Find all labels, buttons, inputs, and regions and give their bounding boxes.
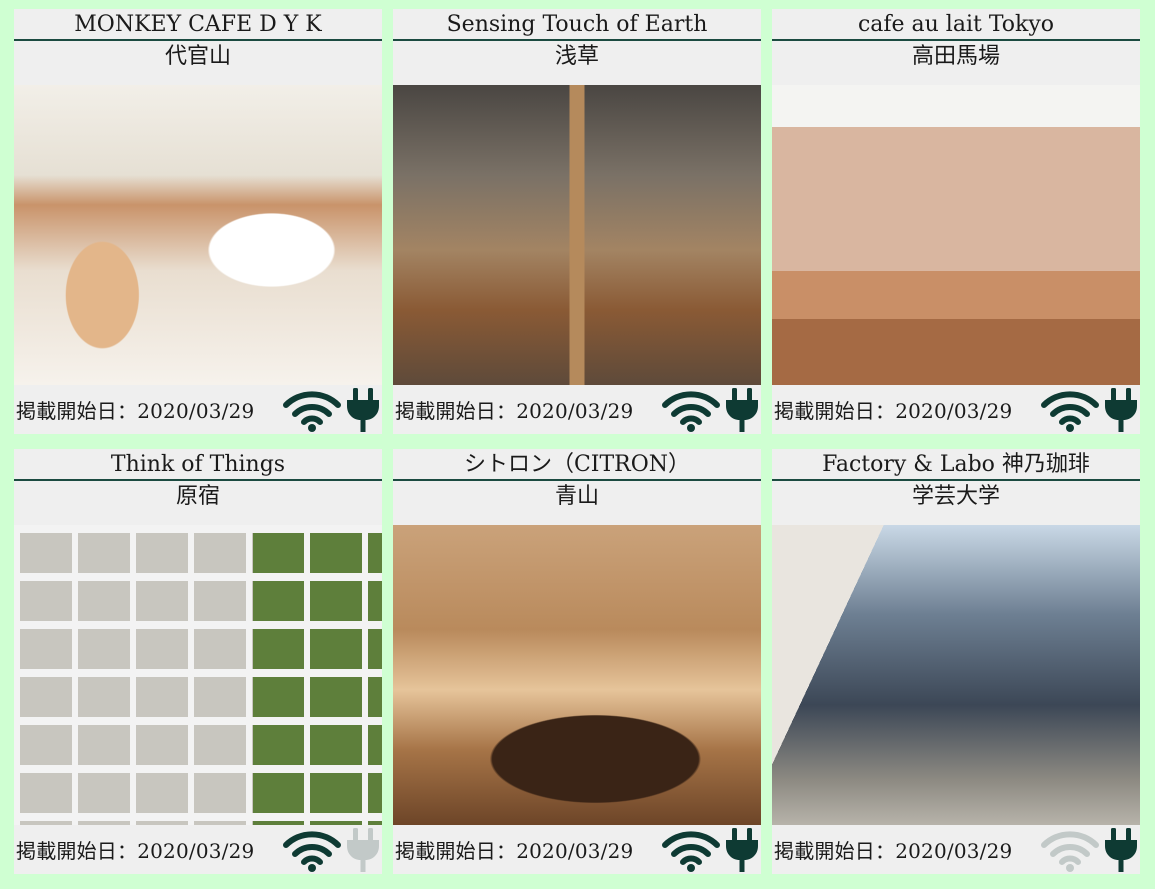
card-footer: 掲載開始日：2020/03/29 xyxy=(14,385,382,434)
cafe-area: 浅草 xyxy=(554,44,599,69)
power-plug-icon xyxy=(346,827,380,873)
power-plug-icon xyxy=(1104,387,1138,433)
cafe-name[interactable]: Factory & Labo 神乃珈琲 xyxy=(772,449,1140,481)
amenity-icons xyxy=(1040,387,1140,433)
card-footer: 掲載開始日：2020/03/29 xyxy=(772,825,1140,874)
cafe-photo[interactable] xyxy=(393,85,761,385)
cafe-card[interactable]: MONKEY CAFE D Y K 代官山 掲載開始日：2020/03/29 xyxy=(14,9,382,434)
power-plug-icon xyxy=(725,827,759,873)
cafe-area: 原宿 xyxy=(175,484,220,509)
amenity-icons xyxy=(661,827,761,873)
listing-date: 掲載開始日：2020/03/29 xyxy=(16,839,255,863)
cafe-name[interactable]: Sensing Touch of Earth xyxy=(393,9,761,41)
wifi-icon xyxy=(661,828,721,872)
amenity-icons xyxy=(1040,827,1140,873)
cafe-card[interactable]: cafe au lait Tokyo 高田馬場 掲載開始日：2020/03/29 xyxy=(772,9,1140,434)
listing-date: 掲載開始日：2020/03/29 xyxy=(774,839,1013,863)
cafe-area: 代官山 xyxy=(164,44,231,69)
card-footer: 掲載開始日：2020/03/29 xyxy=(393,825,761,874)
power-plug-icon xyxy=(1104,827,1138,873)
cafe-photo[interactable] xyxy=(393,525,761,825)
listing-date: 掲載開始日：2020/03/29 xyxy=(395,839,634,863)
cafe-name[interactable]: シトロン（CITRON） xyxy=(393,449,761,481)
cafe-area: 学芸大学 xyxy=(911,484,1000,509)
wifi-icon xyxy=(282,388,342,432)
cafe-name[interactable]: MONKEY CAFE D Y K xyxy=(14,9,382,41)
amenity-icons xyxy=(282,827,382,873)
wifi-icon xyxy=(1040,828,1100,872)
listing-date: 掲載開始日：2020/03/29 xyxy=(774,399,1013,423)
cafe-card[interactable]: Factory & Labo 神乃珈琲 学芸大学 掲載開始日：2020/03/2… xyxy=(772,449,1140,874)
amenity-icons xyxy=(282,387,382,433)
cafe-photo[interactable] xyxy=(14,85,382,385)
cafe-photo[interactable] xyxy=(14,525,382,825)
cafe-card[interactable]: シトロン（CITRON） 青山 掲載開始日：2020/03/29 xyxy=(393,449,761,874)
cafe-area: 青山 xyxy=(554,484,599,509)
power-plug-icon xyxy=(725,387,759,433)
card-footer: 掲載開始日：2020/03/29 xyxy=(393,385,761,434)
cafe-photo[interactable] xyxy=(772,85,1140,385)
cafe-name[interactable]: Think of Things xyxy=(14,449,382,481)
card-footer: 掲載開始日：2020/03/29 xyxy=(14,825,382,874)
cafe-card[interactable]: Sensing Touch of Earth 浅草 掲載開始日：2020/03/… xyxy=(393,9,761,434)
cafe-card[interactable]: Think of Things 原宿 掲載開始日：2020/03/29 xyxy=(14,449,382,874)
cafe-name[interactable]: cafe au lait Tokyo xyxy=(772,9,1140,41)
cafe-area: 高田馬場 xyxy=(911,44,1000,69)
cafe-card-grid: MONKEY CAFE D Y K 代官山 掲載開始日：2020/03/29 S… xyxy=(14,9,1141,874)
wifi-icon xyxy=(661,388,721,432)
card-footer: 掲載開始日：2020/03/29 xyxy=(772,385,1140,434)
power-plug-icon xyxy=(346,387,380,433)
listing-date: 掲載開始日：2020/03/29 xyxy=(16,399,255,423)
cafe-photo[interactable] xyxy=(772,525,1140,825)
wifi-icon xyxy=(282,828,342,872)
wifi-icon xyxy=(1040,388,1100,432)
listing-date: 掲載開始日：2020/03/29 xyxy=(395,399,634,423)
amenity-icons xyxy=(661,387,761,433)
